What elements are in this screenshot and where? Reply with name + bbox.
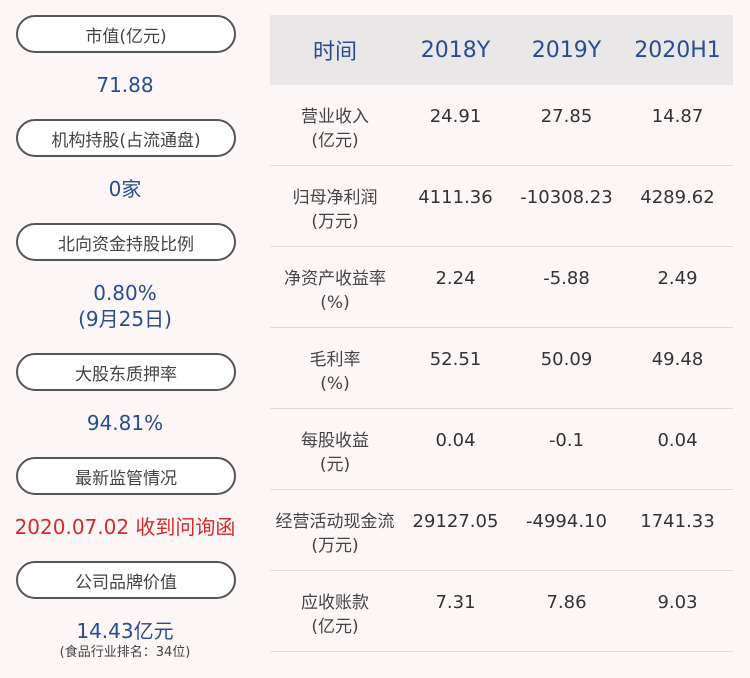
pledge-ratio-value: 94.81%	[86, 411, 164, 435]
table-row: 净资产收益率 (%) 2.24 -5.88 2.49	[270, 247, 733, 328]
row-label: 归母净利润 (万元)	[270, 166, 400, 234]
northbound-holding-value: 0.80%	[93, 281, 157, 305]
table-cell: 27.85	[540, 106, 593, 127]
header-2019y: 2019Y	[531, 37, 602, 63]
table-cell: 50.09	[540, 349, 593, 370]
row-label: 应收账款 (亿元)	[270, 571, 400, 639]
row-label: 毛利率 (%)	[270, 328, 400, 396]
institutional-holding-value: 0家	[108, 177, 142, 201]
row-label-unit: (万元)	[311, 536, 359, 556]
northbound-holding-label: 北向资金持股比例	[16, 223, 236, 261]
row-label-metric: 毛利率	[309, 350, 361, 370]
northbound-holding-date: (9月25日)	[78, 307, 172, 331]
table-cell: 2.24	[435, 268, 476, 289]
regulatory-status-value: 2020.07.02 收到问询函	[14, 515, 236, 539]
row-label-metric: 经营活动现金流	[275, 512, 395, 532]
table-cell: -10308.23	[520, 187, 613, 208]
row-label-unit: (元)	[319, 455, 351, 475]
table-cell: 4289.62	[640, 187, 715, 208]
row-label-unit: (亿元)	[311, 617, 359, 637]
table-row: 应收账款 (亿元) 7.31 7.86 9.03	[270, 571, 733, 652]
brand-rank-note: (食品行业排名：34位)	[59, 645, 191, 660]
summary-panel: 市值(亿元) 71.88 机构持股(占流通盘) 0家 北向资金持股比例 0.80…	[0, 0, 250, 678]
table-cell: 0.04	[435, 430, 476, 451]
market-cap-label: 市值(亿元)	[16, 15, 236, 53]
table-cell: 4111.36	[418, 187, 493, 208]
table-cell: 52.51	[429, 349, 482, 370]
header-2018y: 2018Y	[420, 37, 491, 63]
institutional-holding-label: 机构持股(占流通盘)	[16, 119, 236, 157]
header-2020h1: 2020H1	[634, 37, 721, 63]
row-label-unit: (亿元)	[311, 131, 359, 151]
row-label-metric: 每股收益	[301, 431, 369, 451]
row-label: 净资产收益率 (%)	[270, 247, 400, 315]
regulatory-status-label: 最新监管情况	[16, 457, 236, 495]
table-row: 每股收益 (元) 0.04 -0.1 0.04	[270, 409, 733, 490]
table-row: 营业收入 (亿元) 24.91 27.85 14.87	[270, 85, 733, 166]
table-cell: 1741.33	[640, 511, 715, 532]
row-label-metric: 归母净利润	[292, 188, 378, 208]
table-cell: -0.1	[548, 430, 585, 451]
brand-value-label: 公司品牌价值	[16, 561, 236, 599]
table-row: 毛利率 (%) 52.51 50.09 49.48	[270, 328, 733, 409]
table-cell: 2.49	[657, 268, 698, 289]
row-label: 经营活动现金流 (万元)	[270, 490, 400, 558]
table-cell: 49.48	[651, 349, 704, 370]
header-time: 时间	[312, 40, 357, 65]
table-cell: 0.04	[657, 430, 698, 451]
row-label-unit: (万元)	[311, 212, 359, 232]
table-cell: 7.86	[546, 592, 587, 613]
table-cell: -5.88	[543, 268, 590, 289]
table-cell: 14.87	[651, 106, 704, 127]
table-cell: 29127.05	[412, 511, 499, 532]
table-cell: 24.91	[429, 106, 482, 127]
row-label-metric: 净资产收益率	[284, 269, 386, 289]
table-header: 时间 2018Y 2019Y 2020H1	[270, 15, 733, 85]
row-label: 每股收益 (元)	[270, 409, 400, 477]
row-label-metric: 营业收入	[301, 107, 369, 127]
table-cell: 9.03	[657, 592, 698, 613]
table-row: 归母净利润 (万元) 4111.36 -10308.23 4289.62	[270, 166, 733, 247]
market-cap-value: 71.88	[96, 73, 154, 97]
row-label: 营业收入 (亿元)	[270, 85, 400, 153]
table-cell: -4994.10	[526, 511, 607, 532]
financial-table: 时间 2018Y 2019Y 2020H1 营业收入 (亿元) 24.91 27.85…	[270, 15, 733, 652]
row-label-unit: (%)	[320, 293, 350, 313]
pledge-ratio-label: 大股东质押率	[16, 353, 236, 391]
table-cell: 7.31	[435, 592, 476, 613]
row-label-metric: 应收账款	[301, 593, 369, 613]
brand-value-value: 14.43亿元	[76, 619, 174, 643]
table-row: 经营活动现金流 (万元) 29127.05 -4994.10 1741.33	[270, 490, 733, 571]
row-label-unit: (%)	[320, 374, 350, 394]
